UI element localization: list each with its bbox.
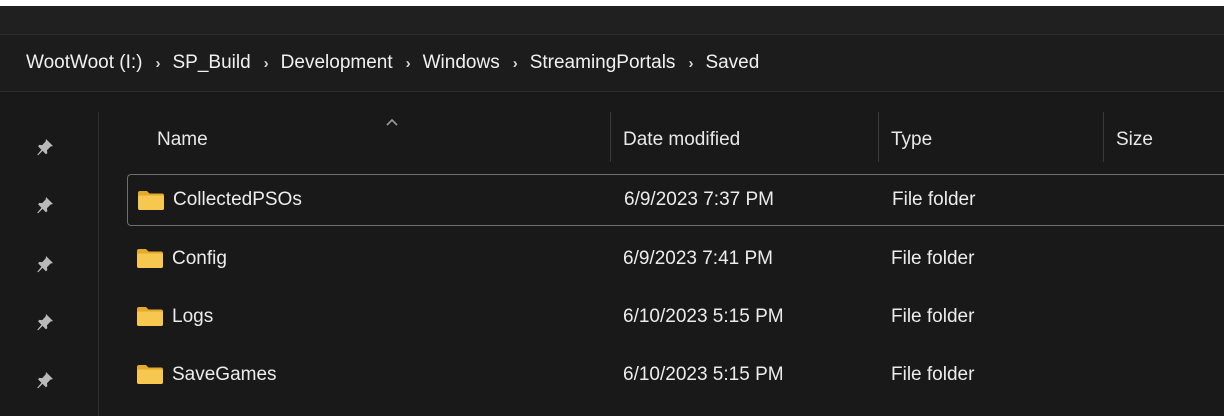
folder-icon (137, 307, 163, 326)
pin-icon[interactable] (36, 313, 54, 331)
column-resize-handle[interactable] (878, 112, 879, 162)
folder-icon (138, 191, 164, 210)
breadcrumb-sp-build[interactable]: SP_Build (173, 52, 251, 74)
pin-icon[interactable] (36, 196, 54, 214)
breadcrumb-development[interactable]: Development (281, 52, 393, 74)
file-type: File folder (891, 306, 975, 327)
column-header-date-label: Date modified (623, 128, 741, 150)
breadcrumb-streamingportals[interactable]: StreamingPortals (530, 52, 676, 74)
folder-icon (137, 365, 163, 384)
file-name: SaveGames (172, 364, 277, 385)
column-header-type-label: Type (891, 128, 933, 150)
column-header-name[interactable]: Name (147, 112, 607, 167)
breadcrumb-saved[interactable]: Saved (705, 52, 759, 74)
column-header-type[interactable]: Type (881, 112, 1101, 167)
breadcrumb-separator-icon[interactable]: › (156, 55, 161, 72)
file-name: Logs (172, 306, 214, 327)
column-header-size-label: Size (1116, 128, 1153, 150)
column-header-name-label: Name (157, 128, 208, 150)
column-header-size[interactable]: Size (1106, 112, 1224, 167)
breadcrumb-drive[interactable]: WootWoot (I:) (26, 52, 143, 74)
pin-icon[interactable] (36, 138, 54, 156)
file-date-modified: 6/10/2023 5:15 PM (623, 306, 784, 327)
quick-access-pane (0, 112, 98, 416)
table-row[interactable]: SaveGames 6/10/2023 5:15 PM File folder (127, 349, 1224, 401)
file-date-modified: 6/9/2023 7:37 PM (624, 189, 774, 210)
file-name: Config (172, 248, 227, 269)
column-resize-handle[interactable] (1103, 112, 1104, 162)
table-row[interactable]: CollectedPSOs 6/9/2023 7:37 PM File fold… (127, 174, 1224, 226)
breadcrumb-separator-icon[interactable]: › (264, 55, 269, 72)
column-resize-handle[interactable] (610, 112, 611, 162)
window-top-area (0, 6, 1224, 34)
breadcrumb-separator-icon[interactable]: › (406, 55, 411, 72)
breadcrumb-windows[interactable]: Windows (423, 52, 500, 74)
file-type: File folder (891, 364, 975, 385)
column-header-date-modified[interactable]: Date modified (613, 112, 875, 167)
pin-icon[interactable] (36, 371, 54, 389)
file-type: File folder (891, 248, 975, 269)
table-row[interactable]: Config 6/9/2023 7:41 PM File folder (127, 233, 1224, 285)
file-date-modified: 6/10/2023 5:15 PM (623, 364, 784, 385)
file-type: File folder (892, 189, 976, 210)
file-date-modified: 6/9/2023 7:41 PM (623, 248, 773, 269)
column-header-row: Name Date modified Type Size (99, 112, 1224, 167)
folder-icon (137, 249, 163, 268)
address-bar[interactable]: WootWoot (I:) › SP_Build › Development ›… (0, 34, 1224, 92)
pin-icon[interactable] (36, 255, 54, 273)
table-row[interactable]: Logs 6/10/2023 5:15 PM File folder (127, 291, 1224, 343)
breadcrumb-separator-icon[interactable]: › (513, 55, 518, 72)
file-name: CollectedPSOs (173, 189, 302, 210)
breadcrumb-separator-icon[interactable]: › (688, 55, 693, 72)
